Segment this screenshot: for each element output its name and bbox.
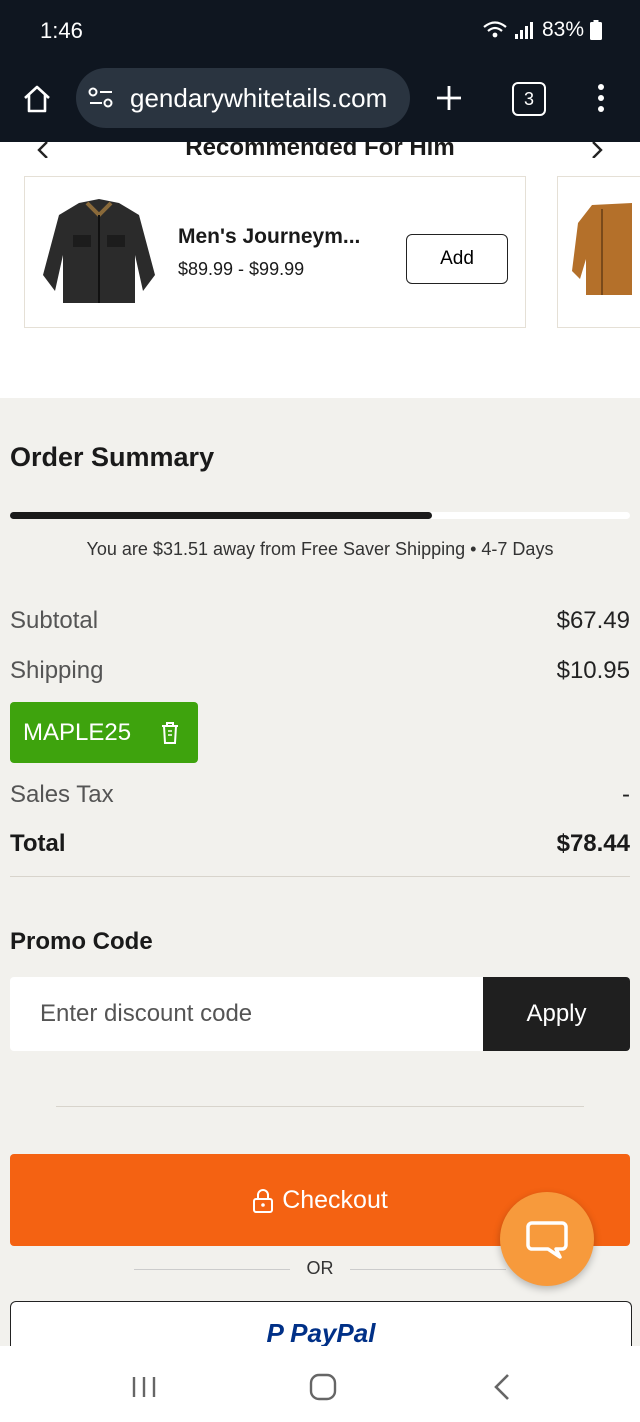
status-icons: 83%	[482, 18, 602, 42]
more-menu-icon[interactable]	[591, 82, 611, 114]
subtotal-label: Subtotal	[10, 607, 99, 634]
total-value: $78.44	[556, 830, 630, 857]
status-bar: 1:46 83%	[0, 0, 640, 64]
subtotal-row: Subtotal $67.49	[10, 607, 630, 635]
status-time: 1:46	[40, 18, 83, 43]
or-label: OR	[306, 1258, 334, 1278]
jacket-image	[43, 199, 155, 303]
battery-icon	[590, 20, 602, 40]
applied-promo-badge: MAPLE25	[10, 702, 198, 763]
system-nav-bar	[0, 1346, 640, 1422]
address-bar[interactable]: gendarywhitetails.com	[76, 68, 410, 128]
shipping-value: $10.95	[556, 657, 630, 684]
or-divider-right	[350, 1269, 506, 1270]
site-settings-icon[interactable]	[88, 87, 114, 109]
product-price: $89.99 - $99.99	[178, 259, 305, 279]
total-row: Total $78.44	[10, 830, 630, 858]
shipping-row: Shipping $10.95	[10, 657, 630, 685]
carousel-next-icon[interactable]	[588, 142, 606, 158]
recommended-section: Recommended For Him Men's Journeym... $8…	[0, 142, 640, 398]
recent-apps-icon[interactable]	[131, 1375, 157, 1399]
subtotal-value: $67.49	[556, 607, 630, 634]
add-to-cart-button[interactable]: Add	[406, 234, 508, 284]
back-nav-icon[interactable]	[492, 1373, 512, 1401]
shipping-label: Shipping	[10, 657, 104, 684]
product-card[interactable]: Men's Journeym... $89.99 - $99.99 Add	[24, 176, 526, 328]
paypal-label: PayPal	[290, 1318, 376, 1348]
signal-icon	[514, 22, 533, 39]
sales-tax-label: Sales Tax	[10, 781, 114, 808]
shipping-progress-fill	[10, 512, 432, 519]
sales-tax-value: -	[622, 781, 630, 808]
or-divider-left	[134, 1269, 290, 1270]
divider	[10, 876, 630, 877]
total-label: Total	[10, 830, 66, 857]
home-icon[interactable]	[22, 84, 52, 114]
applied-promo-code: MAPLE25	[23, 719, 132, 746]
tab-switcher-button[interactable]: 3	[512, 82, 546, 116]
product-card-next[interactable]	[557, 176, 640, 328]
paypal-logo-icon: P	[266, 1318, 283, 1348]
wifi-icon	[483, 21, 507, 38]
chat-bubble-icon	[526, 1221, 568, 1259]
shipping-progress-bar	[10, 512, 630, 519]
jacket-image-next	[572, 203, 632, 295]
divider	[56, 1106, 584, 1107]
sales-tax-row: Sales Tax -	[10, 781, 630, 809]
battery-percent: 83%	[541, 18, 584, 41]
discount-code-input[interactable]	[10, 977, 483, 1051]
order-summary-title: Order Summary	[10, 442, 215, 472]
trash-icon[interactable]	[160, 721, 180, 745]
chat-button[interactable]	[500, 1192, 594, 1286]
checkout-label: Checkout	[282, 1186, 388, 1214]
carousel-prev-icon[interactable]	[34, 142, 52, 158]
apply-button[interactable]: Apply	[483, 977, 630, 1051]
promo-code-title: Promo Code	[10, 928, 153, 955]
lock-icon	[253, 1188, 274, 1213]
product-name[interactable]: Men's Journeym...	[178, 225, 360, 249]
recommended-title: Recommended For Him	[185, 142, 455, 161]
url-text: gendarywhitetails.com	[130, 83, 388, 113]
home-nav-icon[interactable]	[309, 1373, 337, 1401]
free-shipping-message: You are $31.51 away from Free Saver Ship…	[86, 539, 554, 559]
new-tab-icon[interactable]	[434, 83, 464, 113]
